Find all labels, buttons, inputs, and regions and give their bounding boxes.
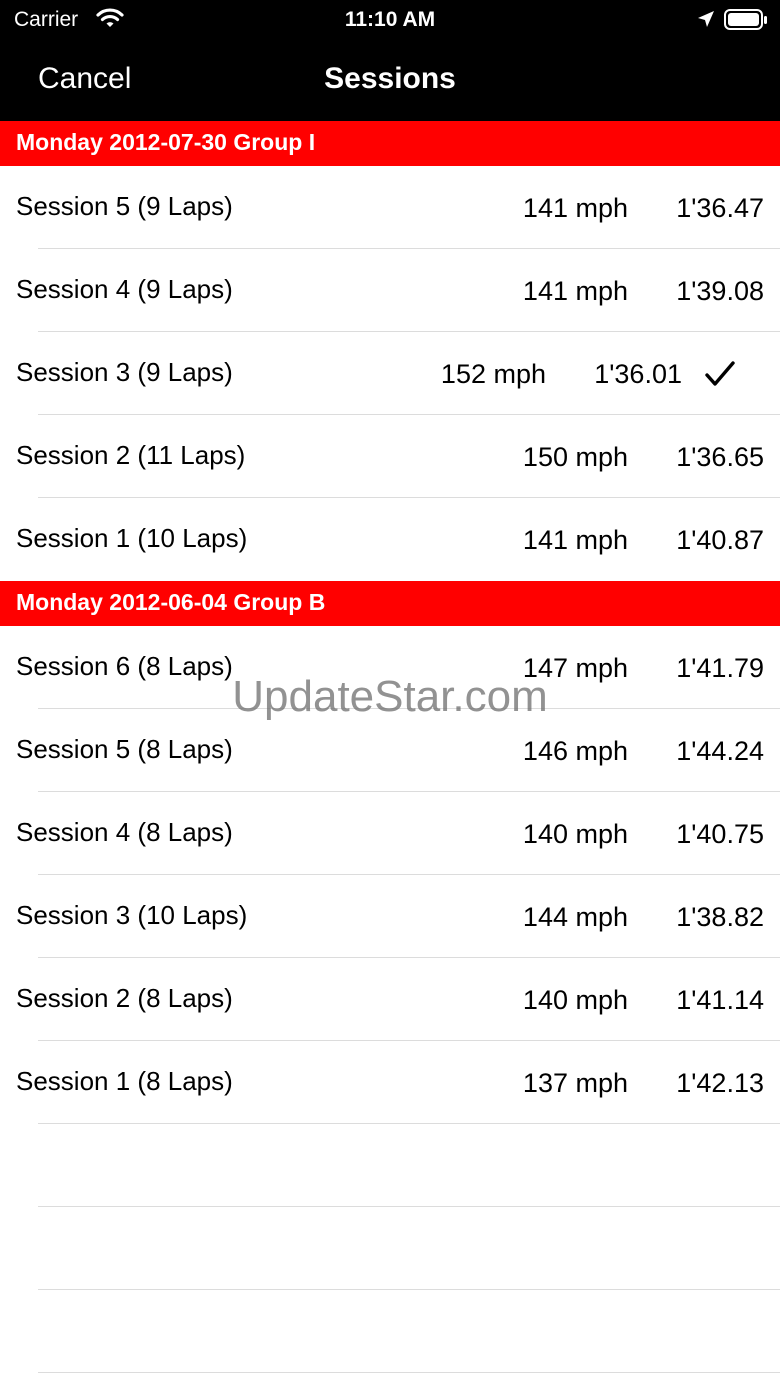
session-name: Session 1 (10 Laps) — [16, 523, 248, 553]
session-top-speed: 141 mph — [522, 276, 628, 306]
session-top-speed: 146 mph — [522, 736, 628, 766]
session-name: Session 1 (8 Laps) — [16, 1066, 233, 1096]
session-best-lap: 1'41.79 — [676, 653, 764, 683]
session-top-speed: 152 mph — [440, 359, 546, 389]
session-best-lap: 1'36.47 — [676, 193, 764, 223]
session-best-lap: 1'40.75 — [676, 819, 764, 849]
row-separator — [38, 1123, 780, 1124]
session-best-lap: 1'41.14 — [676, 985, 764, 1015]
session-top-speed: 140 mph — [522, 985, 628, 1015]
status-time: 11:10 AM — [344, 8, 436, 31]
session-row[interactable]: Session 5 (8 Laps) 146 mph 1'44.24 — [0, 709, 780, 792]
session-best-lap: 1'40.87 — [676, 525, 764, 555]
session-top-speed: 144 mph — [522, 902, 628, 932]
session-top-speed: 140 mph — [522, 819, 628, 849]
session-row[interactable]: Session 1 (8 Laps) 137 mph 1'42.13 — [0, 1041, 780, 1124]
session-name: Session 4 (9 Laps) — [16, 274, 233, 304]
location-arrow-icon — [696, 9, 716, 35]
session-top-speed: 147 mph — [522, 653, 628, 683]
session-row[interactable]: Session 3 (10 Laps) 144 mph 1'38.82 — [0, 875, 780, 958]
session-row[interactable]: Session 4 (9 Laps) 141 mph 1'39.08 — [0, 249, 780, 332]
session-name: Session 5 (8 Laps) — [16, 734, 233, 764]
section-header-label: Monday 2012-07-30 Group I — [16, 129, 316, 155]
session-row[interactable]: Session 5 (9 Laps) 141 mph 1'36.47 — [0, 166, 780, 249]
session-row[interactable]: Session 6 (8 Laps) 147 mph 1'41.79 — [0, 626, 780, 709]
checkmark-icon — [704, 360, 736, 388]
session-name: Session 5 (9 Laps) — [16, 191, 233, 221]
session-best-lap: 1'36.01 — [594, 359, 682, 389]
session-top-speed: 137 mph — [522, 1068, 628, 1098]
session-best-lap: 1'38.82 — [676, 902, 764, 932]
session-best-lap: 1'39.08 — [676, 276, 764, 306]
session-name: Session 6 (8 Laps) — [16, 651, 233, 681]
row-separator — [38, 1206, 780, 1207]
row-separator — [38, 1289, 780, 1290]
session-name: Session 3 (9 Laps) — [16, 357, 233, 387]
session-row[interactable]: Session 4 (8 Laps) 140 mph 1'40.75 — [0, 792, 780, 875]
session-name: Session 2 (11 Laps) — [16, 440, 246, 470]
row-separator — [38, 1372, 780, 1373]
section-header: Monday 2012-07-30 Group I — [0, 121, 780, 166]
navigation-bar: Cancel Sessions — [0, 40, 780, 121]
session-row-selected[interactable]: Session 3 (9 Laps) 152 mph 1'36.01 — [0, 332, 780, 415]
session-top-speed: 150 mph — [522, 442, 628, 472]
status-bar: Carrier 11:10 AM — [0, 0, 780, 40]
session-row[interactable]: Session 2 (8 Laps) 140 mph 1'41.14 — [0, 958, 780, 1041]
session-row[interactable]: Session 2 (11 Laps) 150 mph 1'36.65 — [0, 415, 780, 498]
session-top-speed: 141 mph — [522, 525, 628, 555]
session-name: Session 3 (10 Laps) — [16, 900, 248, 930]
session-top-speed: 141 mph — [522, 193, 628, 223]
battery-icon — [724, 9, 768, 37]
section-header: Monday 2012-06-04 Group B — [0, 581, 780, 626]
session-best-lap: 1'36.65 — [676, 442, 764, 472]
page-title: Sessions — [324, 62, 456, 95]
session-best-lap: 1'42.13 — [676, 1068, 764, 1098]
session-name: Session 2 (8 Laps) — [16, 983, 233, 1013]
session-row[interactable]: Session 1 (10 Laps) 141 mph 1'40.87 — [0, 498, 780, 581]
section-header-label: Monday 2012-06-04 Group B — [16, 589, 326, 615]
session-name: Session 4 (8 Laps) — [16, 817, 233, 847]
session-best-lap: 1'44.24 — [676, 736, 764, 766]
